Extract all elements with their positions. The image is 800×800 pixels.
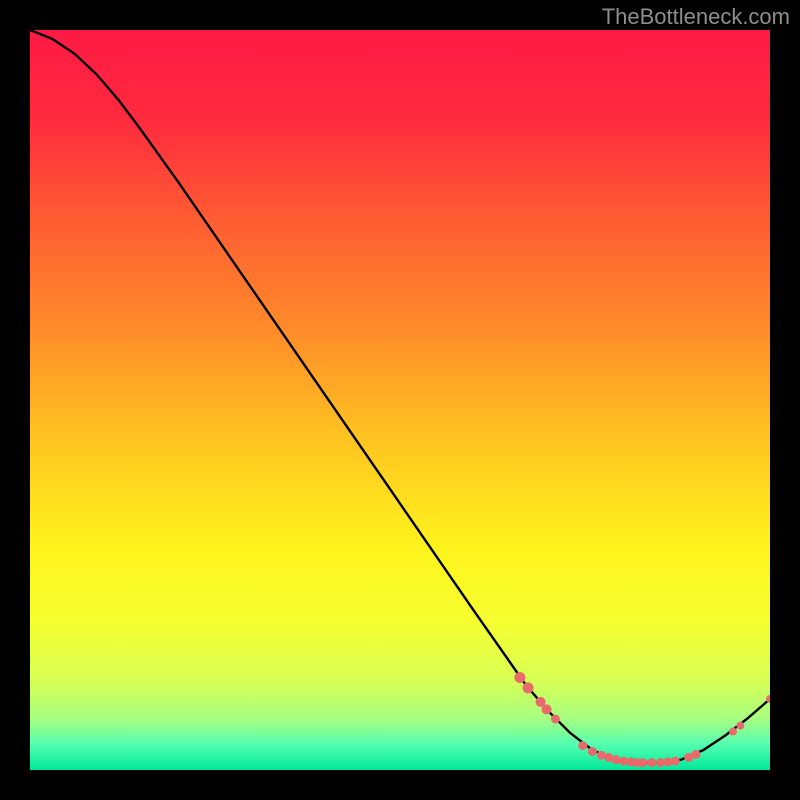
- chart-marker: [514, 672, 525, 683]
- chart-marker: [647, 758, 656, 767]
- chart-svg: [30, 30, 770, 770]
- chart-marker: [588, 747, 597, 756]
- chart-marker: [638, 758, 647, 767]
- chart-marker: [612, 755, 621, 764]
- chart-marker: [692, 750, 701, 759]
- chart-plot-area: [30, 30, 770, 770]
- chart-marker: [729, 728, 737, 736]
- attribution-text: TheBottleneck.com: [602, 4, 790, 30]
- chart-marker: [542, 704, 552, 714]
- chart-marker: [578, 741, 587, 750]
- chart-marker: [551, 714, 560, 723]
- chart-background: [30, 30, 770, 770]
- chart-marker: [671, 757, 680, 766]
- chart-marker: [523, 682, 534, 693]
- chart-marker: [736, 722, 744, 730]
